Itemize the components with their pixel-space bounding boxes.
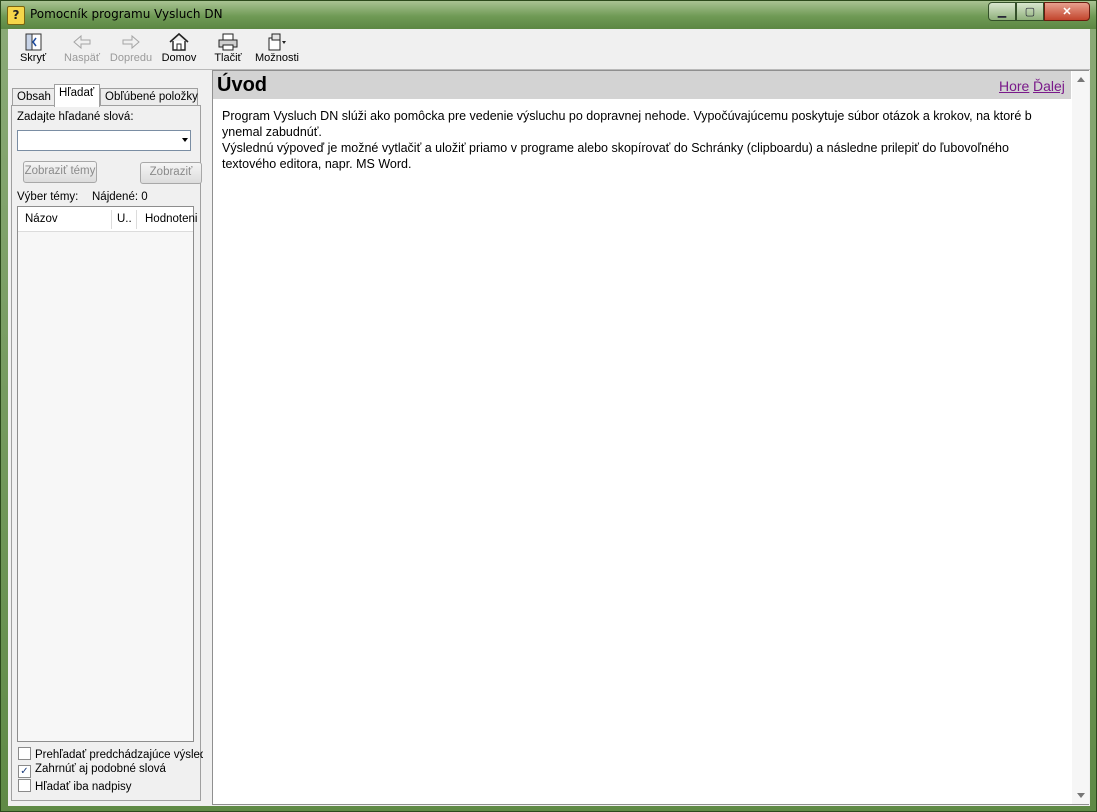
topic-body: Program Vysluch DN slúži ako pomôcka pre… xyxy=(222,108,1064,172)
search-titles-only-label: Hľadať iba nadpisy xyxy=(35,781,132,793)
maximize-button[interactable]: ▢ xyxy=(1016,2,1044,21)
options-icon xyxy=(268,33,286,51)
column-separator[interactable] xyxy=(111,210,112,229)
tab-search[interactable]: Hľadať xyxy=(54,84,100,107)
vertical-scrollbar[interactable] xyxy=(1072,71,1089,804)
column-header-location[interactable]: U.. xyxy=(117,213,132,225)
client-area: Skryť Naspäť Dopredu Domov Tlačiť Možnos… xyxy=(8,29,1090,806)
maximize-icon: ▢ xyxy=(1024,6,1036,18)
home-icon xyxy=(169,32,189,51)
results-list[interactable]: Názov U.. Hodnoteni xyxy=(17,206,197,742)
display-button[interactable]: Zobraziť xyxy=(140,162,202,184)
print-icon xyxy=(218,33,238,51)
match-similar-words-option[interactable]: ✓ Zahrnúť aj podobné slová xyxy=(18,763,166,778)
help-question-icon: ? xyxy=(7,6,25,25)
close-button[interactable]: ✕ xyxy=(1044,2,1090,21)
search-titles-only-option[interactable]: Hľadať iba nadpisy xyxy=(18,779,132,793)
search-input[interactable] xyxy=(17,130,191,151)
pane-splitter[interactable] xyxy=(203,70,212,806)
checkbox-checked[interactable]: ✓ xyxy=(18,765,31,778)
topic-header: Úvod Hore Ďalej xyxy=(213,71,1071,99)
back-label: Naspäť xyxy=(64,52,100,64)
options-button[interactable]: Možnosti xyxy=(254,31,300,67)
paragraph: Výslednú výpoveď je možné vytlačiť a ulo… xyxy=(222,141,1009,171)
forward-label: Dopredu xyxy=(109,52,153,64)
tab-contents[interactable]: Obsah xyxy=(12,88,56,106)
back-arrow-icon xyxy=(73,34,91,50)
page-title: Úvod xyxy=(217,74,267,96)
chevron-down-icon[interactable] xyxy=(182,138,188,142)
options-label: Možnosti xyxy=(254,52,300,64)
print-button[interactable]: Tlačiť xyxy=(211,31,245,67)
column-header-rank[interactable]: Hodnoteni xyxy=(145,213,197,225)
found-count: Nájdené: 0 xyxy=(92,191,148,203)
forward-arrow-icon xyxy=(122,34,140,50)
back-button[interactable]: Naspäť xyxy=(62,31,102,67)
scroll-up-icon[interactable] xyxy=(1077,77,1085,82)
title-bar[interactable]: ? Pomocník programu Vysluch DN ▁ ▢ ✕ xyxy=(1,1,1096,29)
topic-pane: Úvod Hore Ďalej Program Vysluch DN slúži… xyxy=(212,70,1089,805)
minimize-icon: ▁ xyxy=(997,6,1007,18)
print-label: Tlačiť xyxy=(214,52,242,64)
list-topics-button[interactable]: Zobraziť témy xyxy=(23,161,97,183)
next-topic-link[interactable]: Ďalej xyxy=(1033,78,1065,94)
toolbar: Skryť Naspäť Dopredu Domov Tlačiť Možnos… xyxy=(8,29,1090,70)
paragraph: Program Vysluch DN slúži ako pomôcka pre… xyxy=(222,109,1032,139)
close-icon: ✕ xyxy=(1062,6,1072,18)
window-controls: ▁ ▢ ✕ xyxy=(988,2,1090,21)
hide-button[interactable]: Skryť xyxy=(16,31,50,67)
search-previous-results-label: Prehľadať predchádzajúce výsled xyxy=(35,749,207,761)
hide-label: Skryť xyxy=(19,52,47,64)
results-header: Názov U.. Hodnoteni xyxy=(18,207,197,232)
home-label: Domov xyxy=(161,52,197,64)
column-header-title[interactable]: Názov xyxy=(25,213,58,225)
search-tab-panel: Zadajte hľadané slová: Zobraziť témy Zob… xyxy=(11,105,206,801)
home-button[interactable]: Domov xyxy=(159,31,199,67)
scroll-down-icon[interactable] xyxy=(1077,793,1085,798)
search-prompt: Zadajte hľadané slová: xyxy=(17,111,134,123)
match-similar-words-label: Zahrnúť aj podobné slová xyxy=(35,763,166,775)
checkbox[interactable] xyxy=(18,779,31,792)
prev-topic-link[interactable]: Hore xyxy=(999,78,1029,94)
minimize-button[interactable]: ▁ xyxy=(988,2,1016,21)
select-topic-label: Výber témy: xyxy=(17,191,79,203)
help-window: ? Pomocník programu Vysluch DN ▁ ▢ ✕ Skr… xyxy=(0,0,1097,812)
hide-pane-icon xyxy=(25,33,42,51)
tab-favorites[interactable]: Obľúbené položky xyxy=(100,88,198,106)
forward-button[interactable]: Dopredu xyxy=(108,31,154,67)
search-previous-results-option[interactable]: Prehľadať predchádzajúce výsled xyxy=(18,747,206,761)
window-title: Pomocník programu Vysluch DN xyxy=(30,7,223,21)
checkbox[interactable] xyxy=(18,747,31,760)
column-separator[interactable] xyxy=(136,210,137,229)
navigation-pane: Obsah Hľadať Obľúbené položky Zadajte hľ… xyxy=(8,70,206,806)
